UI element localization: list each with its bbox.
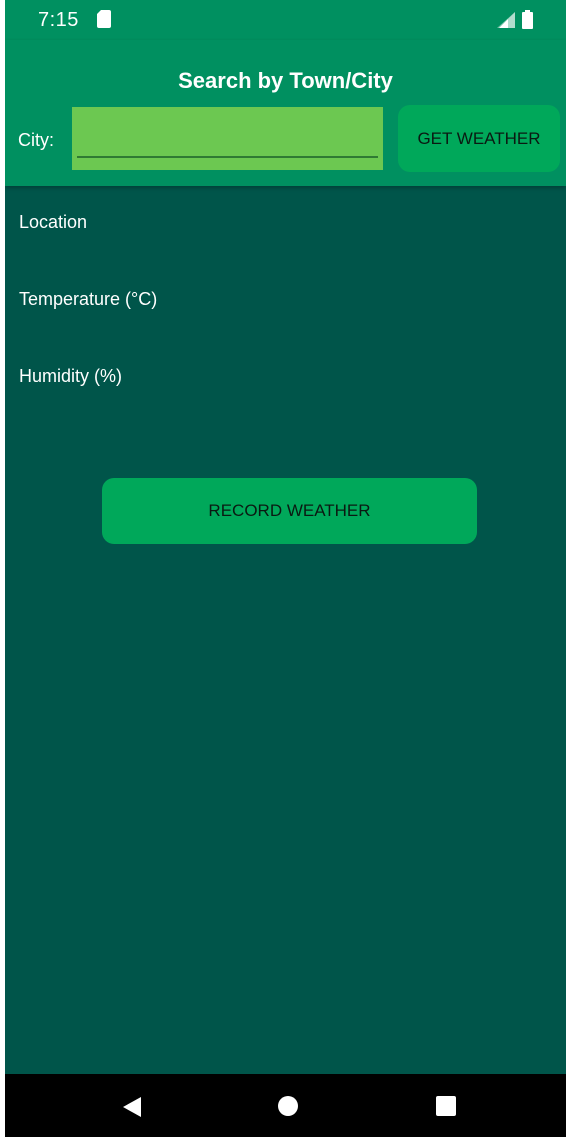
- app-screen: 7:15 Search by Town/City City: GET WEATH…: [5, 0, 566, 1137]
- humidity-label: Humidity (%): [19, 366, 123, 386]
- signal-icon: [497, 12, 515, 28]
- sd-card-icon: [97, 10, 111, 28]
- status-bar: 7:15: [5, 0, 566, 40]
- page-title: Search by Town/City: [178, 68, 393, 93]
- home-icon[interactable]: [278, 1096, 298, 1116]
- back-icon[interactable]: [121, 1096, 143, 1118]
- location-label: Location: [19, 212, 88, 232]
- get-weather-button[interactable]: GET WEATHER: [398, 105, 560, 172]
- record-weather-button[interactable]: RECORD WEATHER: [102, 478, 477, 544]
- recents-icon[interactable]: [436, 1096, 456, 1116]
- city-label: City:: [18, 130, 54, 150]
- city-input-underline: [77, 156, 378, 158]
- app-header: Search by Town/City City: GET WEATHER: [5, 40, 566, 186]
- temperature-label: Temperature (°C): [19, 289, 158, 309]
- battery-icon: [522, 10, 533, 29]
- city-input[interactable]: [72, 107, 383, 170]
- city-input-container[interactable]: [72, 107, 383, 170]
- navigation-bar: [5, 1074, 566, 1137]
- status-time: 7:15: [38, 9, 79, 31]
